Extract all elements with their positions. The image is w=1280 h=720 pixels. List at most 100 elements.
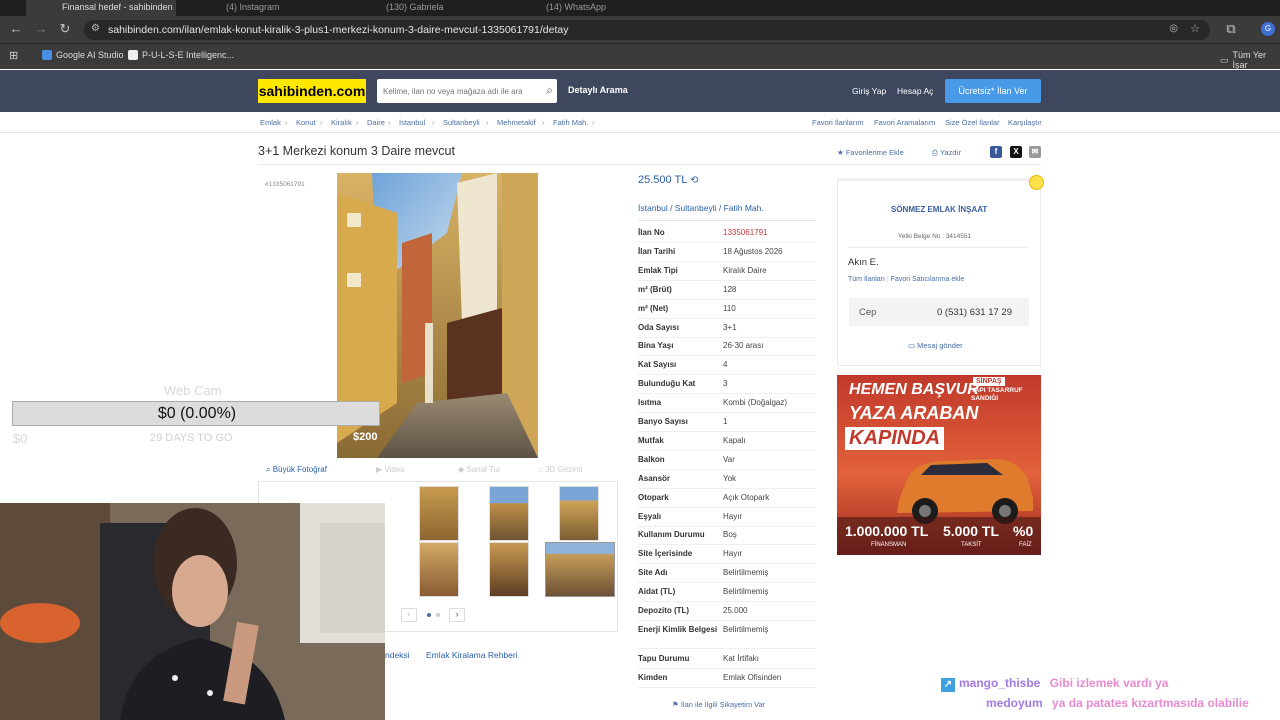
phone-number[interactable]: 0 (531) 631 17 29 <box>937 307 1012 318</box>
next-arrow-icon[interactable]: › <box>449 608 465 622</box>
thumbnail[interactable] <box>419 542 459 597</box>
detail-key: Bulunduğu Kat <box>638 379 696 389</box>
tab-3d-tour[interactable]: ⌂ 3D Gezinti <box>538 465 582 474</box>
thumbnail[interactable] <box>419 486 459 541</box>
chevron-right-icon: › <box>432 118 435 127</box>
add-favorite-label: Favorilerime Ekle <box>845 148 904 157</box>
back-icon[interactable]: ← <box>7 20 25 38</box>
breadcrumb-item[interactable]: Sultanbeyli <box>443 118 480 127</box>
extensions-icon[interactable]: ⧉ <box>1222 20 1240 38</box>
bookmark-item[interactable]: Google AI Studio <box>42 50 124 60</box>
ad-interest-sub: FAİZ <box>1019 542 1032 548</box>
detail-key: Kullanım Durumu <box>638 530 705 540</box>
mail-icon[interactable]: ✉ <box>1029 146 1041 158</box>
location-district[interactable]: Sultanbeyli <box>675 203 717 213</box>
location-city[interactable]: İstanbul <box>638 203 668 213</box>
forward-icon[interactable]: → <box>32 20 50 38</box>
special-listings-link[interactable]: Size Özel İlanlar <box>945 118 1000 127</box>
tab-large-photo[interactable]: ⌕ Büyük Fotoğraf <box>266 465 327 475</box>
detail-row: Enerji Kimlik Belgesi Belirtilmemiş <box>638 621 816 649</box>
address-bar[interactable]: ⚙ sahibinden.com/ilan/emlak-konut-kirali… <box>84 20 1210 40</box>
advanced-search-link[interactable]: Detaylı Arama <box>568 85 628 95</box>
register-link[interactable]: Hesap Aç <box>897 86 933 96</box>
folder-icon: ▭ <box>1220 54 1229 65</box>
seller-license: Yetki Belge No : 3414551 <box>898 233 972 240</box>
post-ad-button[interactable]: Ücretsiz* İlan Ver <box>945 79 1041 103</box>
rental-guide-link[interactable]: Emlak Kiralama Rehberi <box>426 650 518 660</box>
breadcrumb-item[interactable]: Kiralık <box>331 118 352 127</box>
thumbnail[interactable] <box>489 542 529 597</box>
apps-grid-icon[interactable]: ⊞ <box>9 49 18 62</box>
ad-interest: %0 <box>1013 523 1034 539</box>
report-listing-label: İlan ile İlgili Şikayetim Var <box>680 700 766 709</box>
breadcrumb-item[interactable]: Konut <box>296 118 316 127</box>
browser-tab[interactable]: Finansal hedef - sahibinden <box>26 0 176 16</box>
browser-tab[interactable]: (130) Gabriela <box>350 0 500 16</box>
index-link[interactable]: ndeksi <box>385 650 410 660</box>
chat-message: medoyum ya da patates kızartmasıda olabi… <box>986 696 1249 710</box>
facebook-icon[interactable]: f <box>990 146 1002 158</box>
flag-icon: ⚑ <box>672 700 681 709</box>
chat-username: mango_thisbe <box>959 676 1041 690</box>
detail-value: Belirtilmemiş <box>723 587 769 597</box>
detail-value: 3 <box>723 379 728 389</box>
login-link[interactable]: Giriş Yap <box>852 86 886 96</box>
goal-value: $0 (0.00%) <box>157 405 237 422</box>
breadcrumb-item[interactable]: Emlak <box>260 118 281 127</box>
location-neighborhood[interactable]: Fatih Mah. <box>724 203 764 213</box>
pager-dot-active[interactable] <box>427 613 431 617</box>
goal-min: $0 <box>13 431 28 446</box>
browser-tab[interactable]: (14) WhatsApp <box>510 0 660 16</box>
advertisement-banner[interactable]: HEMEN BAŞVUR YAZA ARABAN KAPINDA SİNPAŞ … <box>837 375 1041 555</box>
all-bookmarks[interactable]: ▭ Tüm Yer İşar <box>1220 50 1280 70</box>
detail-value[interactable]: 1335061791 <box>723 228 768 237</box>
search-box: ⌕ <box>377 79 557 103</box>
browser-tab[interactable]: (4) Instagram <box>190 0 340 16</box>
divider <box>638 220 816 221</box>
prev-arrow-icon[interactable]: ‹ <box>401 608 417 622</box>
pager-dot[interactable] <box>436 613 440 617</box>
price-history-icon[interactable]: ⟲ <box>690 175 698 186</box>
search-icon: ⌕ <box>266 465 273 474</box>
tab-video[interactable]: ▶ Video <box>376 465 405 474</box>
search-icon[interactable]: ⌕ <box>546 83 553 98</box>
breadcrumb-item[interactable]: Daire <box>367 118 385 127</box>
price: 25.500 TL ⟲ <box>638 174 698 186</box>
eye-off-icon[interactable]: ◎ <box>1169 23 1178 34</box>
site-info-icon[interactable]: ⚙ <box>91 23 100 34</box>
bookmark-label: P-U-L-S-E Intelligenc... <box>142 50 235 60</box>
compare-link[interactable]: Karşılaştır <box>1008 118 1042 127</box>
seller-name[interactable]: SÖNMEZ EMLAK İNŞAAT <box>891 205 987 214</box>
breadcrumb-item[interactable]: Fatih Mah. <box>553 118 588 127</box>
thumbnail-selected[interactable] <box>545 542 615 597</box>
breadcrumb-item[interactable]: Mehmetakif <box>497 118 536 127</box>
ad-installment: 5.000 TL <box>943 523 1000 539</box>
tab-virtual-tour[interactable]: ◆ Sanal Tur <box>458 465 501 474</box>
profile-avatar[interactable]: G <box>1261 22 1275 36</box>
favorite-listings-link[interactable]: Favori İlanlarım <box>812 118 864 127</box>
chevron-right-icon: › <box>285 118 288 127</box>
detail-value: 26-30 arası <box>723 341 764 351</box>
site-logo[interactable]: sahibinden.com <box>258 79 366 103</box>
detail-value: Hayır <box>723 511 743 521</box>
report-listing-link[interactable]: ⚑ İlan ile İlgili Şikayetim Var <box>672 700 765 709</box>
add-favorite-seller-link[interactable]: Favori Satıcılarıma ekle <box>891 276 965 283</box>
all-ads-link[interactable]: Tüm İlanları <box>848 276 885 283</box>
star-icon[interactable]: ☆ <box>1190 22 1200 35</box>
detail-row: Balkon Var <box>638 451 816 470</box>
bookmark-item[interactable]: P-U-L-S-E Intelligenc... <box>128 50 234 60</box>
print-link[interactable]: ⎙ Yazdır <box>932 148 961 158</box>
search-input[interactable] <box>383 79 533 103</box>
detail-value: Kiralık Daire <box>723 265 767 275</box>
seller-links: Tüm İlanları | Favori Satıcılarıma ekle <box>848 276 964 283</box>
thumbnail[interactable] <box>489 486 529 541</box>
favorite-searches-link[interactable]: Favori Aramalarım <box>874 118 935 127</box>
send-message-link[interactable]: ▭ Mesaj gönder <box>908 341 963 350</box>
reload-icon[interactable]: ↻ <box>56 20 74 38</box>
detail-key: Banyo Sayısı <box>638 417 688 426</box>
breadcrumb-item[interactable]: İstanbul <box>399 118 425 127</box>
add-favorite-link[interactable]: ★ Favorilerime Ekle <box>837 148 904 157</box>
chat-icon: ▭ <box>908 341 918 350</box>
thumbnail[interactable] <box>559 486 599 541</box>
x-twitter-icon[interactable]: X <box>1010 146 1022 158</box>
